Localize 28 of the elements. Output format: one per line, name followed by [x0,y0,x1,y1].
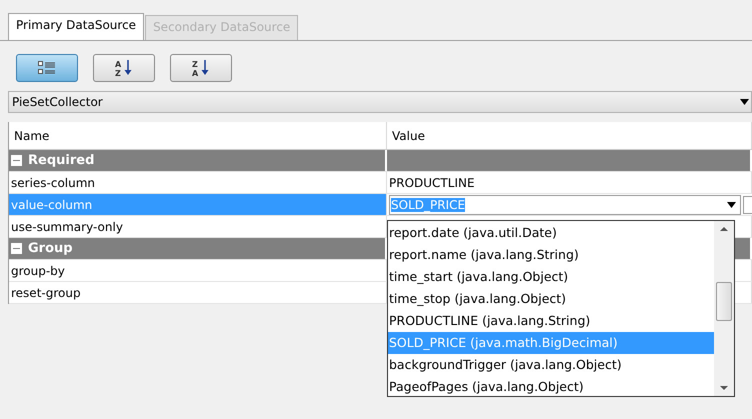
categorized-button[interactable] [16,54,78,82]
dropdown-option[interactable]: time_start (java.lang.Object) [388,266,714,288]
dropdown-option[interactable]: time_stop (java.lang.Object) [388,288,714,310]
dropdown-arrow-icon [727,202,736,208]
column-header[interactable]: Name [9,122,387,149]
tab[interactable]: Primary DataSource [8,13,144,40]
collapse-icon[interactable] [11,243,22,254]
group-title: Group [28,241,73,256]
dropdown-option[interactable]: report.date (java.util.Date) [388,222,714,244]
dropdown-option[interactable]: report.name (java.lang.String) [388,244,714,266]
list-icon [38,61,56,75]
dropdown-option[interactable]: PageofPages (java.lang.Object) [388,376,714,398]
dropdown-option[interactable]: PRODUCTLINE (java.lang.String) [388,310,714,332]
collector-dropdown[interactable]: PieSetCollector [8,91,752,113]
sort-button[interactable]: Z A [170,54,232,82]
more-button[interactable] [743,196,752,214]
scrollbar[interactable] [714,221,734,396]
scroll-down-icon[interactable] [720,386,728,390]
dropdown-arrow-icon [740,99,749,105]
dropdown-option[interactable]: backgroundTrigger (java.lang.Object) [388,354,714,376]
scroll-up-icon[interactable] [720,227,728,231]
collapse-icon[interactable] [11,155,22,166]
property-name[interactable]: series-column [9,172,387,193]
property-value: PRODUCTLINE [389,176,475,190]
column-header[interactable]: Value [387,122,752,149]
scroll-thumb[interactable] [716,282,732,321]
sort-button[interactable]: A Z [93,54,155,82]
group-title: Required [28,153,94,168]
